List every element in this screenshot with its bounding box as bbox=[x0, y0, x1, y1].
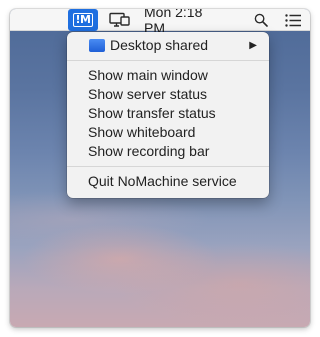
search-icon-graphic bbox=[254, 13, 268, 27]
menu-item-show-transfer-status[interactable]: Show transfer status bbox=[67, 104, 269, 123]
menu-item-quit-service[interactable]: Quit NoMachine service bbox=[67, 172, 269, 191]
menubar-clock[interactable]: Mon 2:18 PM bbox=[144, 9, 226, 36]
menu-bar: !M Mon 2:18 PM bbox=[10, 9, 310, 36]
menu-separator bbox=[67, 166, 269, 167]
list-icon-graphic bbox=[284, 13, 301, 27]
menu-item-show-server-status[interactable]: Show server status bbox=[67, 85, 269, 104]
display-icon[interactable] bbox=[106, 9, 134, 31]
nomachine-status-icon: !M bbox=[73, 13, 93, 27]
desktop-icon bbox=[89, 39, 105, 52]
search-icon[interactable] bbox=[250, 9, 272, 31]
menu-item-show-whiteboard[interactable]: Show whiteboard bbox=[67, 123, 269, 142]
menu-item-show-recording-bar[interactable]: Show recording bar bbox=[67, 142, 269, 161]
list-icon[interactable] bbox=[282, 9, 304, 31]
menu-item-show-main-window[interactable]: Show main window bbox=[67, 66, 269, 85]
display-icon-graphic bbox=[109, 12, 130, 27]
menu-item-desktop-shared-label: Desktop shared bbox=[110, 37, 209, 53]
chevron-right-icon: ▶ bbox=[249, 40, 257, 51]
screen: !M Mon 2:18 PM Desktop shared ▶ Show mai… bbox=[10, 9, 310, 327]
nomachine-status-item[interactable]: !M bbox=[68, 9, 98, 31]
nomachine-dropdown-menu: Desktop shared ▶ Show main window Show s… bbox=[67, 32, 269, 198]
menu-item-desktop-shared[interactable]: Desktop shared ▶ bbox=[67, 36, 269, 55]
menu-separator bbox=[67, 60, 269, 61]
